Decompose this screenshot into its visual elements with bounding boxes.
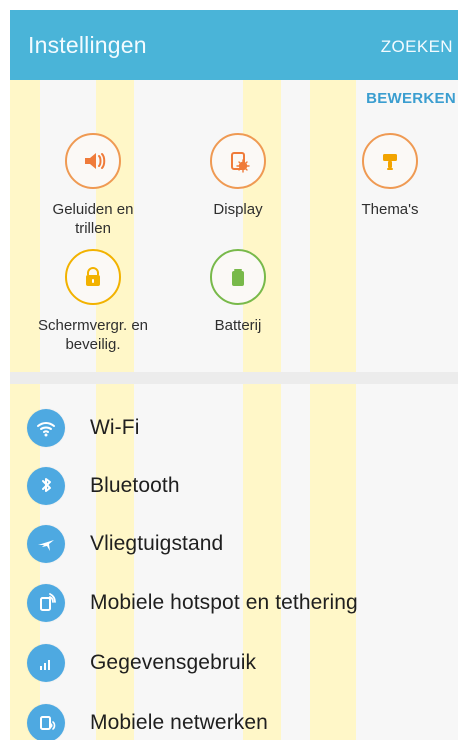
list-item-label: Gegevensgebruik <box>90 651 257 674</box>
page-title: Instellingen <box>28 32 147 58</box>
settings-screen: Instellingen ZOEKEN BEWERKEN Geluiden en… <box>10 10 458 740</box>
list-item-label: Vliegtuigstand <box>90 532 224 555</box>
mobile-network-icon <box>27 704 65 740</box>
list-item-wifi[interactable]: Wi-Fi <box>10 400 458 454</box>
speaker-icon <box>76 144 110 178</box>
lock-icon <box>76 260 110 294</box>
airplane-icon <box>27 525 65 563</box>
quick-setting-battery[interactable]: Batterij <box>163 249 313 335</box>
section-divider <box>10 372 458 384</box>
quick-setting-sounds[interactable]: Geluiden en trillen <box>18 133 168 238</box>
edit-button[interactable]: BEWERKEN <box>366 90 456 107</box>
quick-setting-battery-label: Batterij <box>214 317 262 334</box>
quick-setting-display-label: Display <box>213 201 263 218</box>
hotspot-icon <box>27 584 65 622</box>
list-item-label: Mobiele hotspot en tethering <box>90 591 358 614</box>
quick-setting-lockscreen-circle <box>65 249 121 305</box>
search-button[interactable]: ZOEKEN <box>381 37 453 57</box>
quick-setting-sounds-circle <box>65 133 121 189</box>
app-header: Instellingen ZOEKEN <box>10 10 458 80</box>
paintbrush-icon <box>373 144 407 178</box>
quick-setting-display-circle <box>210 133 266 189</box>
quick-setting-display[interactable]: Display <box>163 133 313 219</box>
list-item-label: Wi-Fi <box>90 416 140 439</box>
quick-setting-themes-label: Thema's <box>361 201 419 218</box>
data-usage-icon <box>27 644 65 682</box>
list-item-bluetooth[interactable]: Bluetooth <box>10 458 458 512</box>
list-item-mobile-networks[interactable]: Mobiele netwerken <box>10 695 458 740</box>
list-item-airplane-mode[interactable]: Vliegtuigstand <box>10 516 458 570</box>
quick-setting-sounds-label: Geluiden en trillen <box>52 201 134 237</box>
bluetooth-icon <box>27 467 65 505</box>
list-item-label: Bluetooth <box>90 474 180 497</box>
quick-setting-lockscreen-label: Schermvergr. en beveilig. <box>37 317 149 353</box>
quick-setting-battery-circle <box>210 249 266 305</box>
list-item-data-usage[interactable]: Gegevensgebruik <box>10 635 458 689</box>
battery-icon <box>221 260 255 294</box>
quick-setting-themes-circle <box>362 133 418 189</box>
display-settings-icon <box>221 144 255 178</box>
quick-setting-themes[interactable]: Thema's <box>315 133 458 219</box>
quick-setting-lockscreen[interactable]: Schermvergr. en beveilig. <box>18 249 168 354</box>
list-item-label: Mobiele netwerken <box>90 711 268 734</box>
wifi-icon <box>27 409 65 447</box>
list-item-hotspot[interactable]: Mobiele hotspot en tethering <box>10 575 458 629</box>
